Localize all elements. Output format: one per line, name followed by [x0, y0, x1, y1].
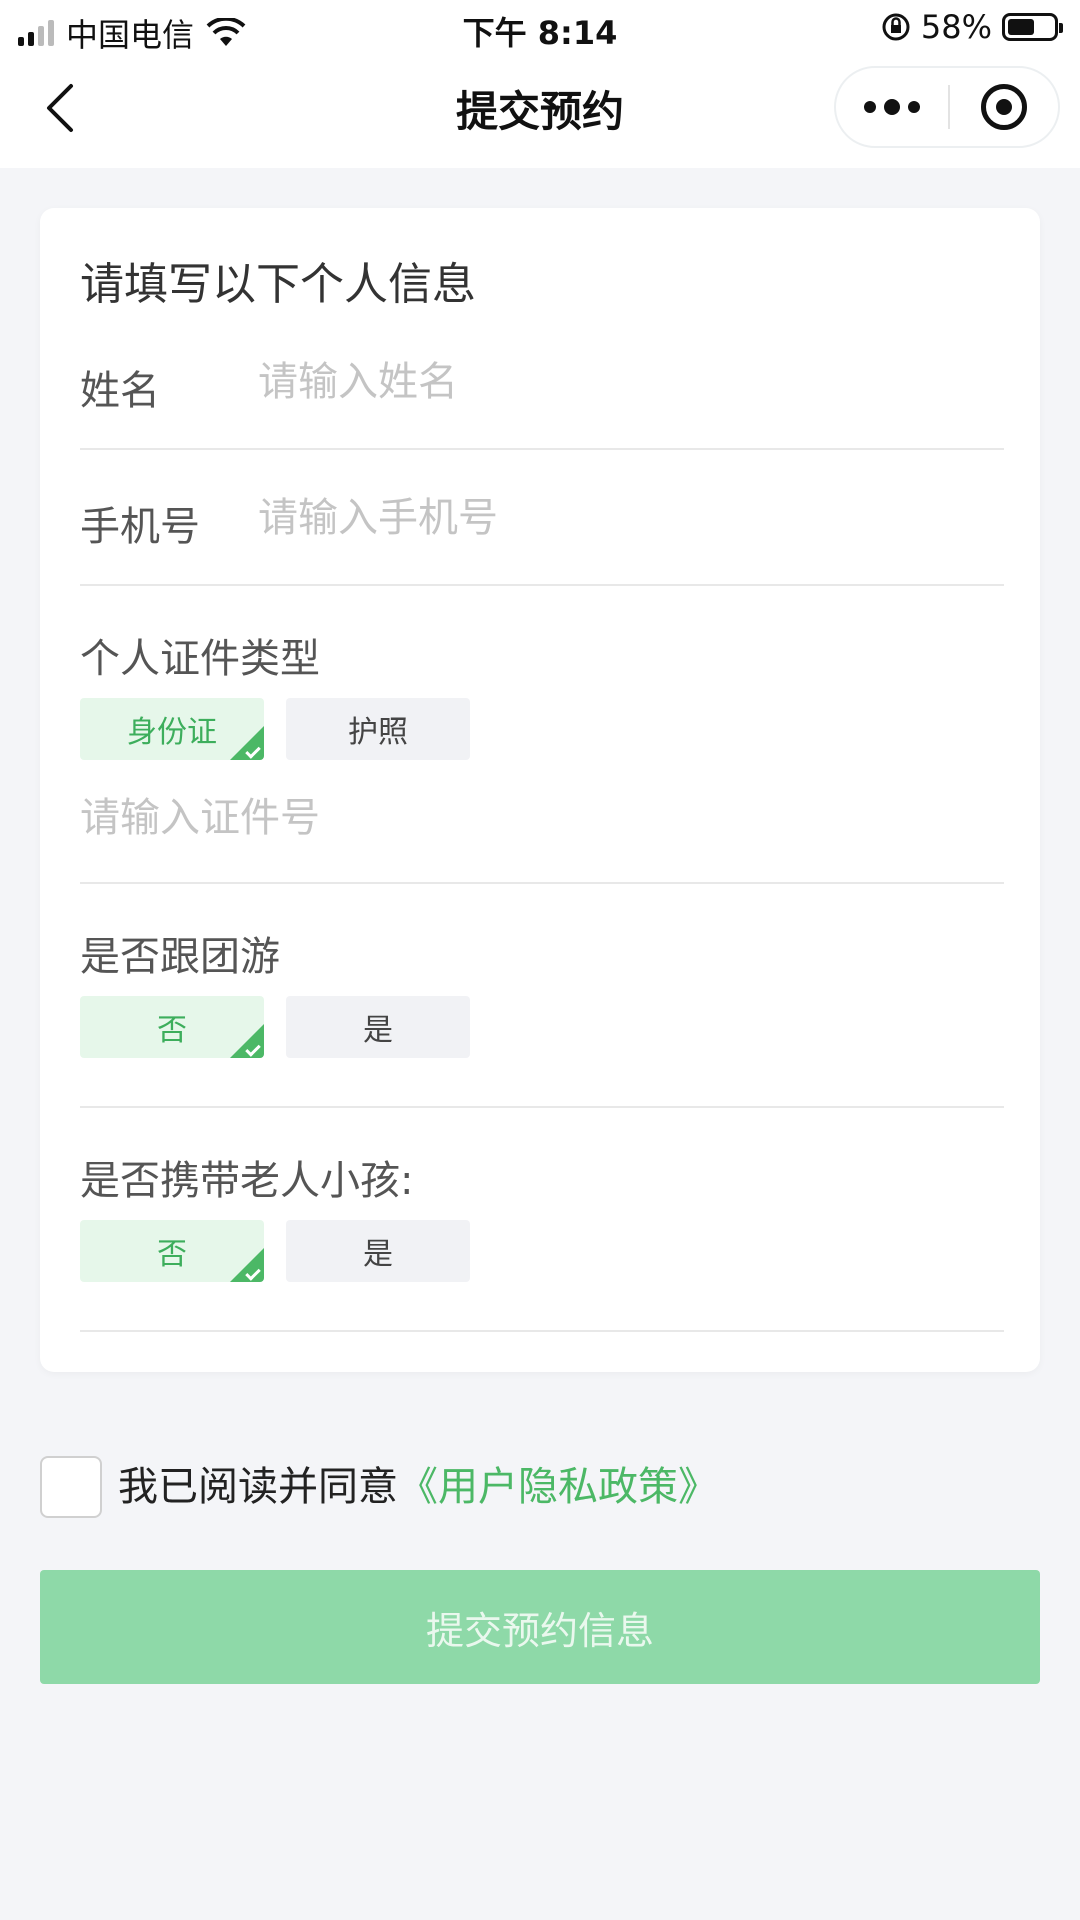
agreement-checkbox[interactable] [40, 1456, 102, 1518]
elderly-children-option-no[interactable]: 否 [80, 1220, 264, 1282]
divider [80, 882, 1004, 884]
form-title: 请填写以下个人信息 [80, 259, 476, 310]
divider [80, 1330, 1004, 1332]
target-circle-icon [981, 84, 1027, 130]
nav-bar: 提交预约 [0, 56, 1080, 168]
phone-input[interactable] [258, 486, 998, 550]
elderly-children-label: 是否携带老人小孩: [80, 1158, 414, 1204]
more-button[interactable] [836, 68, 948, 146]
group-tour-label: 是否跟团游 [80, 934, 280, 980]
status-right: 58% [881, 8, 1063, 46]
group-tour-option-yes[interactable]: 是 [286, 996, 470, 1058]
id-type-option-passport[interactable]: 护照 [286, 698, 470, 760]
status-bar: 中国电信 下午 8:14 58% [0, 0, 1080, 56]
agreement-text: 我已阅读并同意《用户隐私政策》 [118, 1456, 718, 1518]
group-tour-option-no[interactable]: 否 [80, 996, 264, 1058]
name-label: 姓名 [80, 368, 160, 414]
option-label: 是 [363, 1013, 393, 1048]
option-label: 是 [363, 1237, 393, 1272]
option-label: 身份证 [127, 715, 217, 750]
option-label: 否 [157, 1237, 187, 1272]
id-type-label: 个人证件类型 [80, 636, 320, 682]
close-mini-program-button[interactable] [950, 84, 1058, 130]
option-label: 护照 [348, 715, 408, 750]
elderly-children-option-yes[interactable]: 是 [286, 1220, 470, 1282]
id-type-option-id-card[interactable]: 身份证 [80, 698, 264, 760]
personal-info-card: 请填写以下个人信息 姓名 手机号 个人证件类型 身份证 护照 是否跟团游 否 是… [40, 208, 1040, 1372]
submit-button[interactable]: 提交预约信息 [40, 1570, 1040, 1684]
battery-icon [1002, 13, 1063, 41]
divider [80, 1106, 1004, 1108]
divider [80, 584, 1004, 586]
mini-program-capsule [834, 66, 1060, 148]
rotation-lock-icon [882, 13, 910, 41]
option-label: 否 [157, 1013, 187, 1048]
name-input[interactable] [258, 350, 998, 414]
divider [80, 448, 1004, 450]
id-number-input[interactable] [80, 786, 998, 850]
more-dots-icon [864, 101, 876, 113]
agreement-label: 我已阅读并同意 [118, 1464, 398, 1510]
privacy-policy-link[interactable]: 《用户隐私政策》 [398, 1464, 718, 1510]
battery-percent: 58% [920, 8, 992, 46]
phone-label: 手机号 [80, 504, 200, 550]
